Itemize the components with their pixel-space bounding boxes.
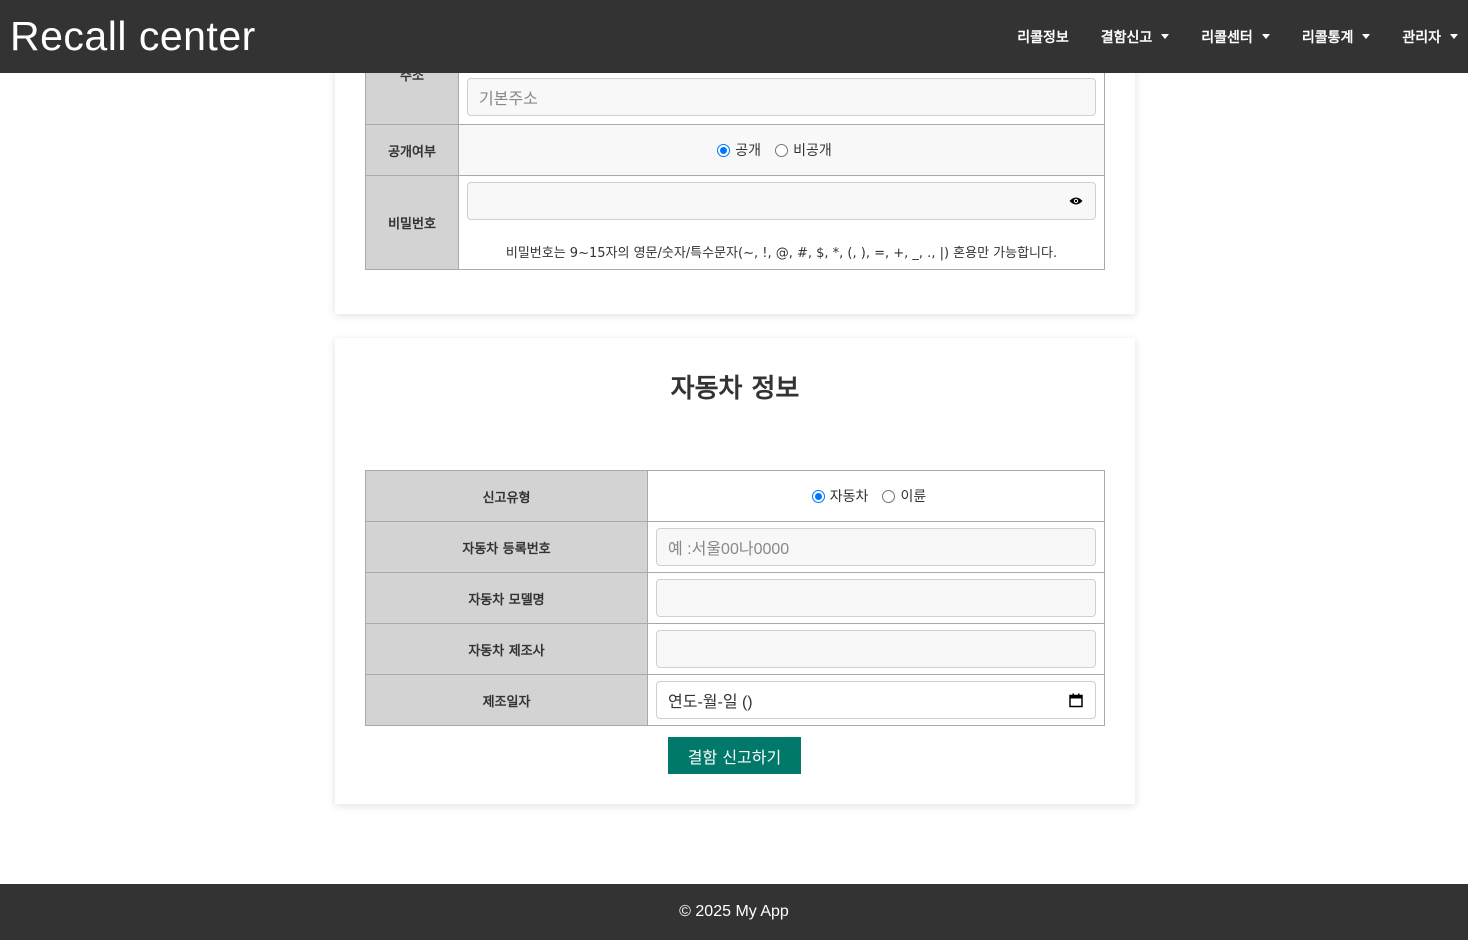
nav-item-label: 리콜센터 (1201, 29, 1253, 46)
password-label: 비밀번호 (365, 175, 459, 270)
mfg-date-placeholder: 연도-월-일 () (668, 694, 753, 711)
nav-item-label: 리콜통계 (1301, 29, 1354, 46)
radio-motorcycle-label: 이륜 (900, 489, 927, 505)
model-label: 자동차 모델명 (365, 572, 648, 624)
footer: © 2025 My App (0, 884, 1468, 940)
footer-copyright: © 2025 My App (679, 903, 789, 920)
chevron-down-icon (1450, 34, 1458, 39)
visibility-cell: 공개 비공개 (458, 124, 1105, 176)
nav-item-recall-info[interactable]: 리콜정보 (1017, 27, 1069, 47)
nav-item-label: 결함신고 (1100, 29, 1153, 46)
nav-item-label: 리콜정보 (1017, 29, 1069, 46)
radio-private-label: 비공개 (793, 143, 832, 159)
report-type-radio-group: 자동차 이륜 (656, 486, 1096, 506)
maker-row: 자동차 제조사 (365, 623, 1105, 675)
chevron-down-icon (1362, 34, 1371, 39)
owner-info-card: 주소 검색 기본주소 공개여부 공개 비공개 비밀번호 (335, 24, 1135, 314)
nav-item-recall-center[interactable]: 리콜센터 (1201, 27, 1270, 47)
nav-item-recall-stats[interactable]: 리콜통계 (1302, 27, 1371, 47)
chevron-down-icon (1161, 34, 1170, 39)
visibility-radio-group: 공개 비공개 (467, 140, 1096, 160)
calendar-icon[interactable] (1069, 693, 1083, 708)
radio-private[interactable] (775, 143, 789, 157)
radio-motorcycle[interactable] (882, 489, 896, 503)
mfg-date-input[interactable]: 연도-월-일 () (656, 681, 1096, 719)
top-navbar: Recall center 리콜정보 결함신고 리콜센터 리콜통계 관리자 (0, 0, 1468, 73)
model-input[interactable] (656, 579, 1096, 617)
report-type-label: 신고유형 (365, 470, 648, 522)
report-type-cell: 자동차 이륜 (647, 470, 1105, 522)
reg-number-cell: 예 :서울00나0000 (647, 521, 1105, 573)
maker-label: 자동차 제조사 (365, 623, 648, 675)
car-info-title: 자동차 정보 (670, 374, 800, 404)
password-cell: 비밀번호는 9~15자의 영문/숫자/특수문자(~, !, @, #, $, *… (458, 175, 1105, 270)
report-type-row: 신고유형 자동차 이륜 (365, 470, 1105, 522)
mfg-date-cell: 연도-월-일 () (647, 674, 1105, 726)
password-input[interactable] (467, 182, 1096, 220)
maker-input[interactable] (656, 630, 1096, 668)
visibility-label: 공개여부 (365, 124, 459, 176)
mfg-date-label: 제조일자 (365, 674, 648, 726)
model-row: 자동차 모델명 (365, 572, 1105, 624)
radio-public-label: 공개 (735, 143, 762, 159)
password-hint: 비밀번호는 9~15자의 영문/숫자/특수문자(~, !, @, #, $, *… (505, 246, 1058, 261)
car-info-table: 신고유형 자동차 이륜 자동차 등록번호 예 :서울00나0000 자동차 모델… (365, 470, 1105, 726)
nav-item-defect-report[interactable]: 결함신고 (1101, 27, 1170, 47)
submit-defect-report-button[interactable]: 결함 신고하기 (668, 737, 801, 774)
radio-public[interactable] (717, 143, 731, 157)
nav-item-admin[interactable]: 관리자 (1402, 27, 1458, 47)
mfg-date-row: 제조일자 연도-월-일 () (365, 674, 1105, 726)
password-row: 비밀번호 비밀번호는 9~15자의 영문/숫자/특수문자(~, !, @, #,… (365, 175, 1105, 270)
reg-number-label: 자동차 등록번호 (365, 521, 648, 573)
model-cell (647, 572, 1105, 624)
brand-logo[interactable]: Recall center (0, 16, 256, 57)
visibility-row: 공개여부 공개 비공개 (365, 124, 1105, 176)
eye-icon[interactable] (1069, 197, 1083, 206)
reg-number-row: 자동차 등록번호 예 :서울00나0000 (365, 521, 1105, 573)
nav-menu: 리콜정보 결함신고 리콜센터 리콜통계 관리자 (985, 0, 1468, 73)
reg-number-input[interactable]: 예 :서울00나0000 (656, 528, 1096, 566)
radio-car-label: 자동차 (829, 489, 869, 505)
car-info-card: 자동차 정보 신고유형 자동차 이륜 자동차 등록번호 예 :서울00나0000… (335, 338, 1135, 804)
radio-car[interactable] (811, 489, 825, 503)
chevron-down-icon (1261, 34, 1270, 39)
nav-item-label: 관리자 (1402, 29, 1441, 46)
base-address-input[interactable]: 기본주소 (467, 78, 1096, 116)
maker-cell (647, 623, 1105, 675)
